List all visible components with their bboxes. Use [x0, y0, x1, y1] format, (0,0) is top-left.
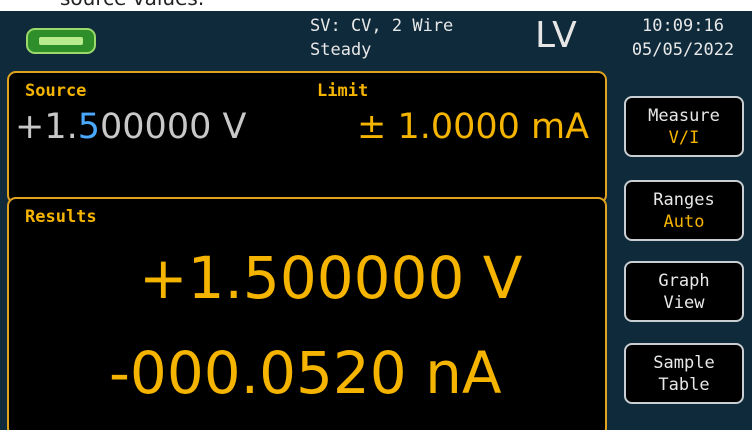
source-value-suffix: 00000 V [100, 107, 247, 147]
clock-date: 05/05/2022 [631, 40, 735, 60]
softkey-title: Measure [648, 106, 720, 126]
instrument-frame: source values. SV: CV, 2 Wire Steady LV … [0, 0, 752, 430]
source-label: Source [25, 81, 87, 101]
clock-time: 10:09:16 [642, 16, 724, 36]
softkey-subtitle: View [663, 293, 705, 313]
limit-value[interactable]: ± 1.0000 mA [357, 107, 589, 147]
softkey-title: Ranges [653, 190, 715, 210]
softkey-title: Graph [658, 271, 710, 291]
ranges-softkey[interactable]: Ranges Auto [624, 180, 744, 241]
caption-strip: source values. [0, 0, 752, 11]
source-panel[interactable]: Source Limit +1.500000 V ± 1.0000 mA [7, 71, 607, 204]
steady-status: Steady [310, 40, 372, 60]
voltage-reading: +1.500000 V [139, 244, 523, 312]
battery-icon [26, 28, 96, 54]
source-value[interactable]: +1.500000 V [15, 107, 246, 147]
caption-text: source values. [60, 0, 204, 10]
instrument-screen: SV: CV, 2 Wire Steady LV 10:09:16 05/05/… [0, 11, 752, 430]
softkey-subtitle: Table [658, 375, 710, 395]
softkey-subtitle: V/I [668, 128, 700, 148]
measure-softkey[interactable]: Measure V/I [624, 96, 744, 157]
softkey-title: Sample [653, 353, 715, 373]
sample-table-softkey[interactable]: Sample Table [624, 343, 744, 404]
results-panel: Results +1.500000 V -000.0520 nA [7, 197, 607, 430]
limit-label: Limit [317, 81, 369, 101]
source-cursor-digit[interactable]: 5 [78, 107, 100, 147]
source-value-prefix: +1. [15, 107, 78, 147]
source-mode-status: SV: CV, 2 Wire [310, 16, 454, 36]
results-label: Results [25, 207, 97, 227]
current-reading: -000.0520 nA [109, 339, 502, 407]
softkey-subtitle: Auto [663, 212, 705, 232]
range-mode-indicator: LV [535, 15, 578, 56]
graph-view-softkey[interactable]: Graph View [624, 261, 744, 322]
